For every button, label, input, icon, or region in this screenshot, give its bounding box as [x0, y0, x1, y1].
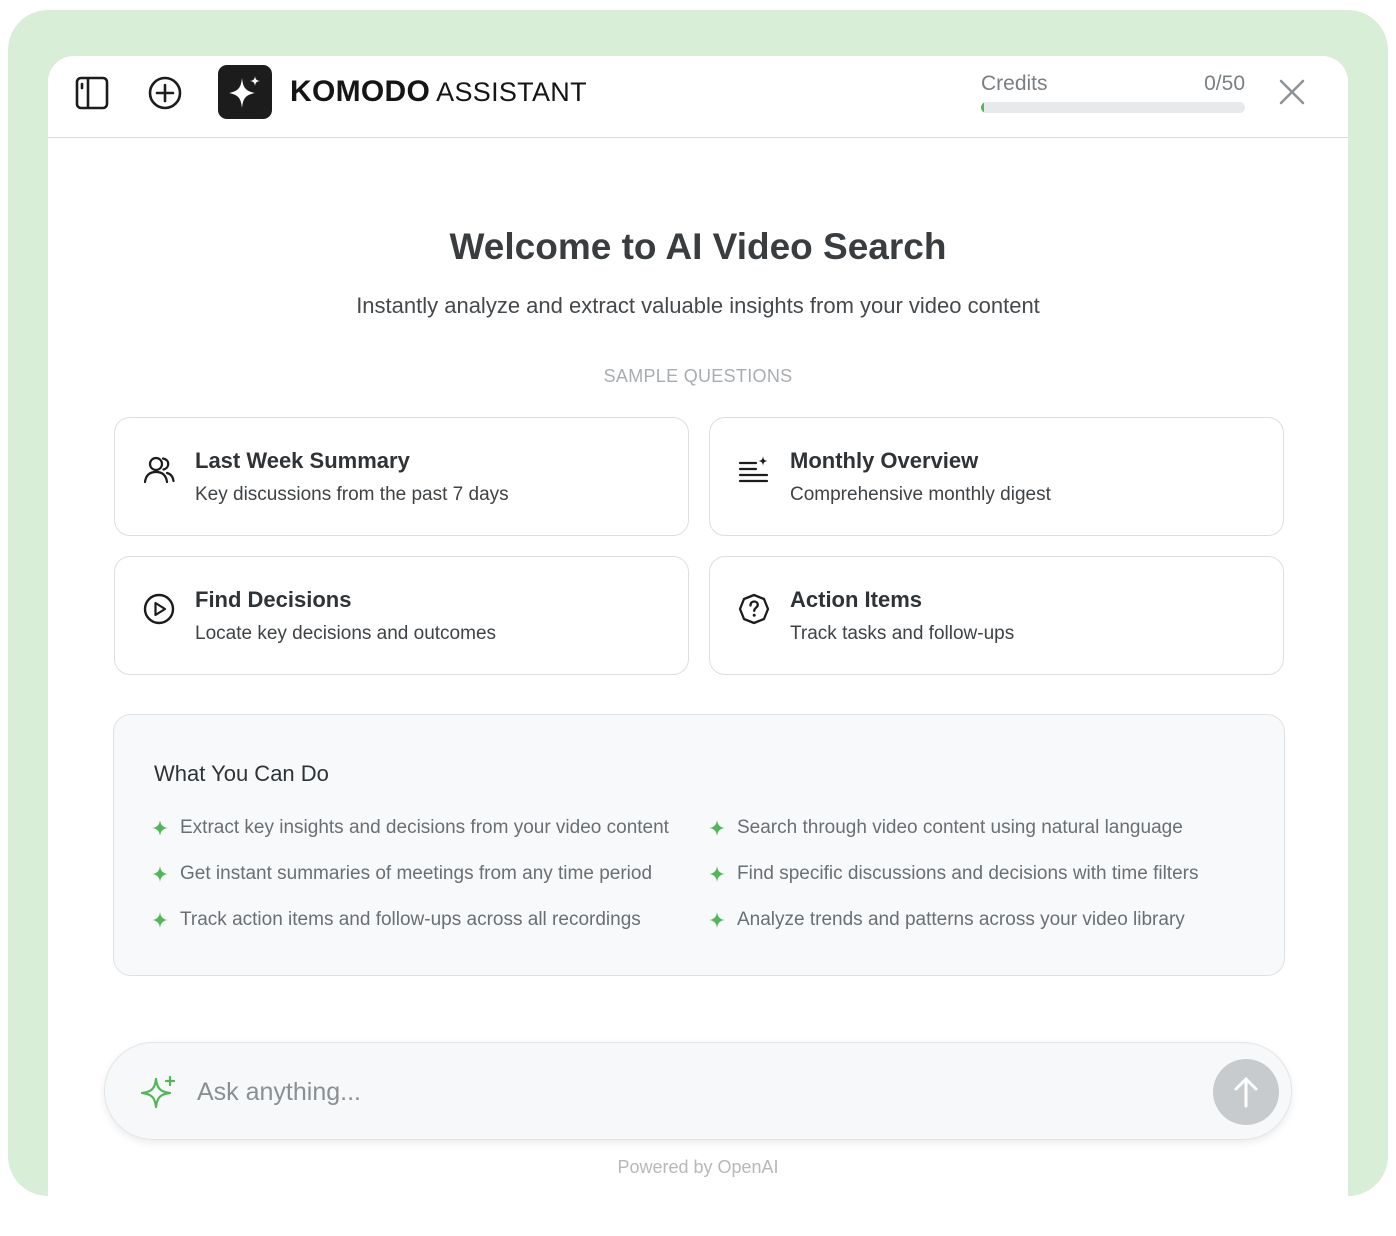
- assistant-window: KOMODO ASSISTANT Credits 0/50 Welcome to …: [48, 56, 1348, 1196]
- sparkle-bullet-icon: [152, 912, 168, 928]
- close-button[interactable]: [1272, 72, 1312, 112]
- sparkle-logo-icon: [229, 76, 260, 108]
- credits-label: Credits: [981, 72, 1048, 95]
- card-title: Find Decisions: [195, 587, 352, 612]
- capabilities-title: What You Can Do: [154, 761, 329, 786]
- card-description: Comprehensive monthly digest: [790, 484, 1051, 505]
- sparkle-bullet-icon: [709, 866, 725, 882]
- brand-light: ASSISTANT: [436, 77, 587, 107]
- sample-card-action-items[interactable]: Action Items Track tasks and follow-ups: [709, 556, 1284, 675]
- sparkle-bullet-icon: [709, 820, 725, 836]
- credits-meter: Credits 0/50: [981, 72, 1245, 113]
- sparkle-bullet-icon: [152, 820, 168, 836]
- card-title: Action Items: [790, 587, 923, 612]
- sample-card-find-decisions[interactable]: Find Decisions Locate key decisions and …: [114, 556, 689, 675]
- capability-item: Track action items and follow-ups across…: [152, 909, 641, 931]
- capabilities-panel: What You Can Do Extract key insights and…: [113, 714, 1285, 976]
- capability-item: Search through video content using natur…: [709, 817, 1183, 839]
- header: KOMODO ASSISTANT Credits 0/50: [48, 56, 1348, 138]
- logo: [218, 65, 272, 119]
- credits-value: 0/50: [1204, 72, 1245, 95]
- card-title: Last Week Summary: [195, 448, 410, 473]
- sparkle-input-icon: [141, 1075, 176, 1109]
- sample-card-monthly-overview[interactable]: Monthly Overview Comprehensive monthly d…: [709, 417, 1284, 536]
- ask-bar: [104, 1042, 1292, 1140]
- page-title: Welcome to AI Video Search: [449, 226, 947, 267]
- powered-by-label: Powered by OpenAI: [617, 1157, 779, 1177]
- capability-item: Get instant summaries of meetings from a…: [152, 863, 652, 885]
- capability-item: Extract key insights and decisions from …: [152, 817, 669, 839]
- sidebar-toggle-icon: [75, 76, 109, 110]
- card-title: Monthly Overview: [790, 448, 979, 473]
- brand-bold: KOMODO: [290, 75, 431, 108]
- sparkle-bullet-icon: [709, 912, 725, 928]
- sparkle-bullet-icon: [152, 866, 168, 882]
- close-icon: [1279, 79, 1305, 105]
- users-icon: [143, 456, 175, 484]
- sample-questions-label: SAMPLE QUESTIONS: [603, 366, 793, 386]
- sidebar-toggle-button[interactable]: [72, 73, 112, 113]
- brand-name: KOMODO ASSISTANT: [290, 75, 587, 109]
- arrow-up-icon: [1234, 1077, 1258, 1108]
- send-button[interactable]: [1213, 1059, 1279, 1125]
- new-chat-icon: [148, 76, 182, 110]
- play-circle-icon: [143, 593, 175, 625]
- capability-item: Analyze trends and patterns across your …: [709, 909, 1185, 931]
- ask-input[interactable]: [197, 1067, 1197, 1117]
- question-badge-icon: [738, 593, 770, 625]
- credits-progress-track: [981, 102, 1245, 113]
- credits-progress-fill: [981, 102, 984, 113]
- card-description: Locate key decisions and outcomes: [195, 623, 497, 644]
- capability-item: Find specific discussions and decisions …: [709, 863, 1198, 885]
- sample-card-last-week-summary[interactable]: Last Week Summary Key discussions from t…: [114, 417, 689, 536]
- list-plus-icon: [738, 456, 769, 483]
- page-subtitle: Instantly analyze and extract valuable i…: [356, 293, 1040, 318]
- new-chat-button[interactable]: [145, 73, 185, 113]
- card-description: Key discussions from the past 7 days: [195, 484, 509, 505]
- card-description: Track tasks and follow-ups: [790, 623, 1015, 644]
